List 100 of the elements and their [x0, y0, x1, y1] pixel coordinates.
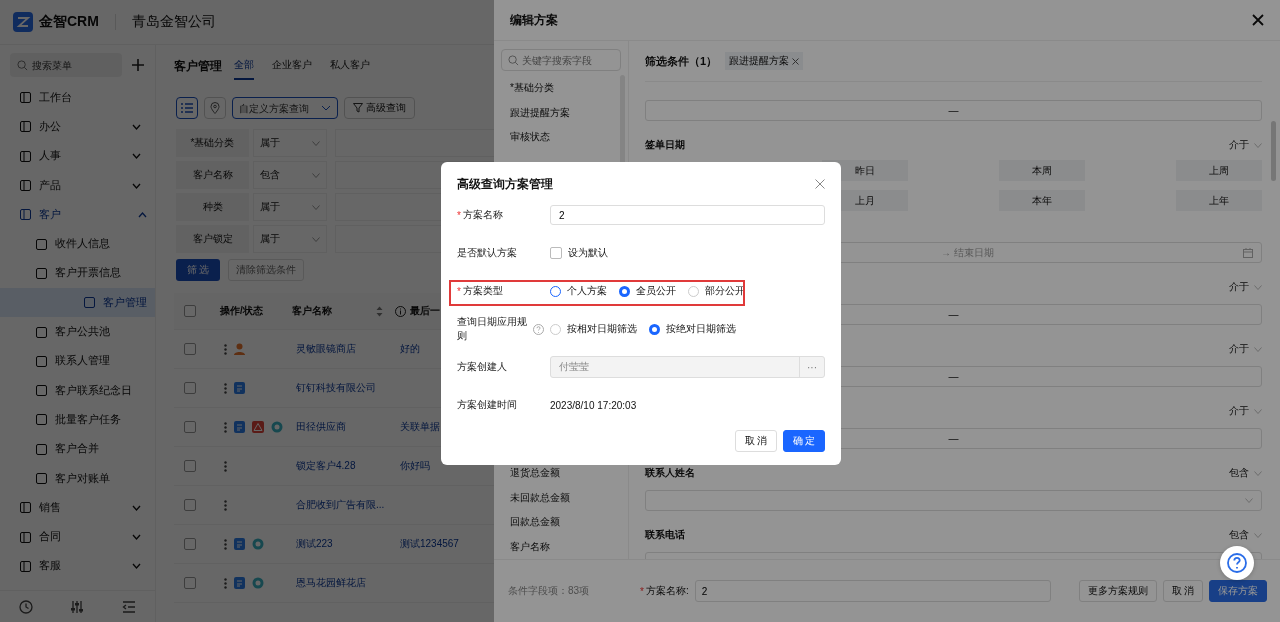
customer-name-link[interactable]: 恩马花园鲜花店 — [296, 576, 382, 590]
radio-button[interactable] — [649, 323, 660, 335]
vertical-dots-icon[interactable] — [224, 499, 227, 511]
submenu-item[interactable]: 联系人管理 — [0, 346, 155, 376]
date-preset-button[interactable]: 本年 — [999, 190, 1085, 211]
radio-option[interactable]: 个人方案 — [550, 284, 607, 298]
operator-select[interactable]: 介于 — [1229, 342, 1262, 356]
checkbox[interactable] — [550, 247, 562, 259]
vertical-dots-icon[interactable] — [224, 382, 227, 394]
operator-select[interactable]: 属于 — [253, 193, 327, 221]
column-header[interactable]: 客户名称 — [292, 304, 376, 318]
radio-option[interactable]: 按绝对日期筛选 — [649, 322, 736, 336]
field-label: 方案创建人 — [457, 360, 507, 374]
checkbox[interactable] — [184, 577, 196, 589]
field-list-item[interactable]: 审核状态 — [510, 125, 628, 150]
warning-icon — [252, 421, 264, 433]
list-view-button[interactable] — [176, 97, 198, 119]
more-rules-button[interactable]: 更多方案规则 — [1078, 580, 1157, 602]
checkbox[interactable] — [184, 343, 196, 355]
select-field[interactable] — [645, 490, 1262, 511]
vertical-dots-icon[interactable] — [224, 577, 227, 589]
scheme-dropdown[interactable]: 自定义方案查询 — [232, 97, 338, 119]
submenu-item[interactable]: 批量客户任务 — [0, 405, 155, 435]
advanced-query-button[interactable]: 高级查询 — [344, 97, 415, 119]
radio-button[interactable] — [619, 285, 630, 297]
operator-select[interactable]: 包含 — [253, 161, 327, 189]
menu-item[interactable]: 合同 — [0, 522, 155, 552]
confirm-button[interactable]: 确 定 — [783, 430, 825, 452]
field-search-field[interactable]: 关键字搜索字段 — [501, 49, 621, 71]
operator-select[interactable]: 包含 — [1229, 528, 1262, 542]
menu-item[interactable]: 人事 — [0, 141, 155, 171]
scheme-name-field[interactable]: 2 — [694, 580, 1051, 602]
date-preset-button[interactable]: 上年 — [1176, 190, 1262, 211]
close-icon[interactable] — [1252, 14, 1264, 26]
submenu-item[interactable]: 客户联系纪念日 — [0, 375, 155, 406]
operator-select[interactable]: 属于 — [253, 129, 327, 157]
vertical-dots-icon[interactable] — [224, 421, 227, 433]
date-preset-button[interactable]: 上周 — [1176, 160, 1262, 181]
sort-icon[interactable] — [376, 305, 383, 317]
scheme-name-field[interactable]: 2 — [550, 205, 825, 225]
field-list-item[interactable]: 未回款总金额 — [510, 485, 628, 510]
customer-name-link[interactable]: 灵敏眼镜商店 — [296, 342, 382, 356]
customer-name-link[interactable]: 钉钉科技有限公司 — [296, 381, 382, 395]
checkbox[interactable] — [184, 538, 196, 550]
customer-name-link[interactable]: 测试223 — [296, 537, 382, 551]
operator-select[interactable]: 包含 — [1229, 466, 1262, 480]
tab[interactable]: 私人客户 — [330, 52, 370, 80]
vertical-dots-icon[interactable] — [224, 460, 227, 472]
field-list-item[interactable]: *基础分类 — [510, 76, 628, 101]
history-icon[interactable] — [18, 600, 33, 614]
tab[interactable]: 企业客户 — [272, 52, 312, 80]
radio-option[interactable]: 全员公开 — [619, 284, 676, 298]
filter-button[interactable]: 筛 选 — [176, 259, 220, 281]
menu-search-field[interactable]: 搜索菜单 — [10, 53, 122, 77]
menu-item[interactable]: 客服 — [0, 551, 155, 582]
menu-item[interactable]: 工作台 — [0, 83, 155, 113]
operator-select[interactable]: 属于 — [253, 225, 327, 253]
sliders-icon[interactable] — [70, 600, 85, 614]
operator-select[interactable]: 介于 — [1229, 404, 1262, 418]
checkbox[interactable] — [184, 460, 196, 472]
submenu-item[interactable]: 客户对账单 — [0, 463, 155, 494]
help-icon[interactable] — [533, 323, 544, 335]
cancel-button[interactable]: 取 消 — [735, 430, 777, 452]
save-button[interactable]: 保存方案 — [1209, 580, 1268, 602]
field-list-item[interactable]: 退货总金额 — [510, 461, 628, 486]
close-icon[interactable] — [815, 179, 825, 189]
default-checkbox[interactable]: 设为默认 — [550, 246, 608, 260]
field-list-item[interactable]: 客户名称 — [510, 534, 628, 559]
collapse-icon[interactable] — [122, 600, 137, 614]
submenu-item[interactable]: 收件人信息 — [0, 229, 155, 259]
customer-name-link[interactable]: 合肥收到广告有限... — [296, 498, 382, 512]
menu-item[interactable]: 销售 — [0, 493, 155, 523]
close-icon[interactable] — [792, 57, 800, 65]
checkbox[interactable] — [184, 421, 196, 433]
radio-option[interactable]: 按相对日期筛选 — [550, 322, 637, 336]
submenu-item[interactable]: 客户管理 — [0, 288, 155, 318]
scrollbar[interactable] — [1271, 121, 1276, 181]
date-preset-button[interactable]: 本周 — [999, 160, 1085, 181]
checkbox[interactable] — [184, 305, 196, 317]
range-field[interactable]: — — [645, 100, 1262, 121]
map-view-button[interactable] — [204, 97, 226, 119]
field-list-item[interactable]: 跟进提醒方案 — [510, 100, 628, 125]
field-list-item[interactable]: 回款总金额 — [510, 510, 628, 535]
tab[interactable]: 全部 — [234, 52, 254, 80]
checkbox[interactable] — [184, 382, 196, 394]
condition-tag[interactable]: 跟进提醒方案 — [725, 52, 804, 70]
submenu-item[interactable]: 客户合并 — [0, 434, 155, 464]
menu-item[interactable]: 办公 — [0, 112, 155, 142]
customer-name-link[interactable]: 田径供应商 — [296, 420, 382, 434]
vertical-dots-icon[interactable] — [224, 538, 227, 550]
operator-select[interactable]: 介于 — [1229, 280, 1262, 294]
vertical-dots-icon[interactable] — [224, 343, 227, 355]
menu-item[interactable]: 产品 — [0, 170, 155, 201]
cancel-button[interactable]: 取 消 — [1162, 580, 1204, 602]
customer-name-link[interactable]: 锁定客户4.28 — [296, 459, 382, 473]
submenu-item[interactable]: 客户公共池 — [0, 317, 155, 347]
checkbox[interactable] — [184, 499, 196, 511]
operator-select[interactable]: 介于 — [1229, 138, 1262, 152]
menu-item[interactable]: 客户 — [0, 200, 155, 230]
submenu-item[interactable]: 客户开票信息 — [0, 258, 155, 289]
